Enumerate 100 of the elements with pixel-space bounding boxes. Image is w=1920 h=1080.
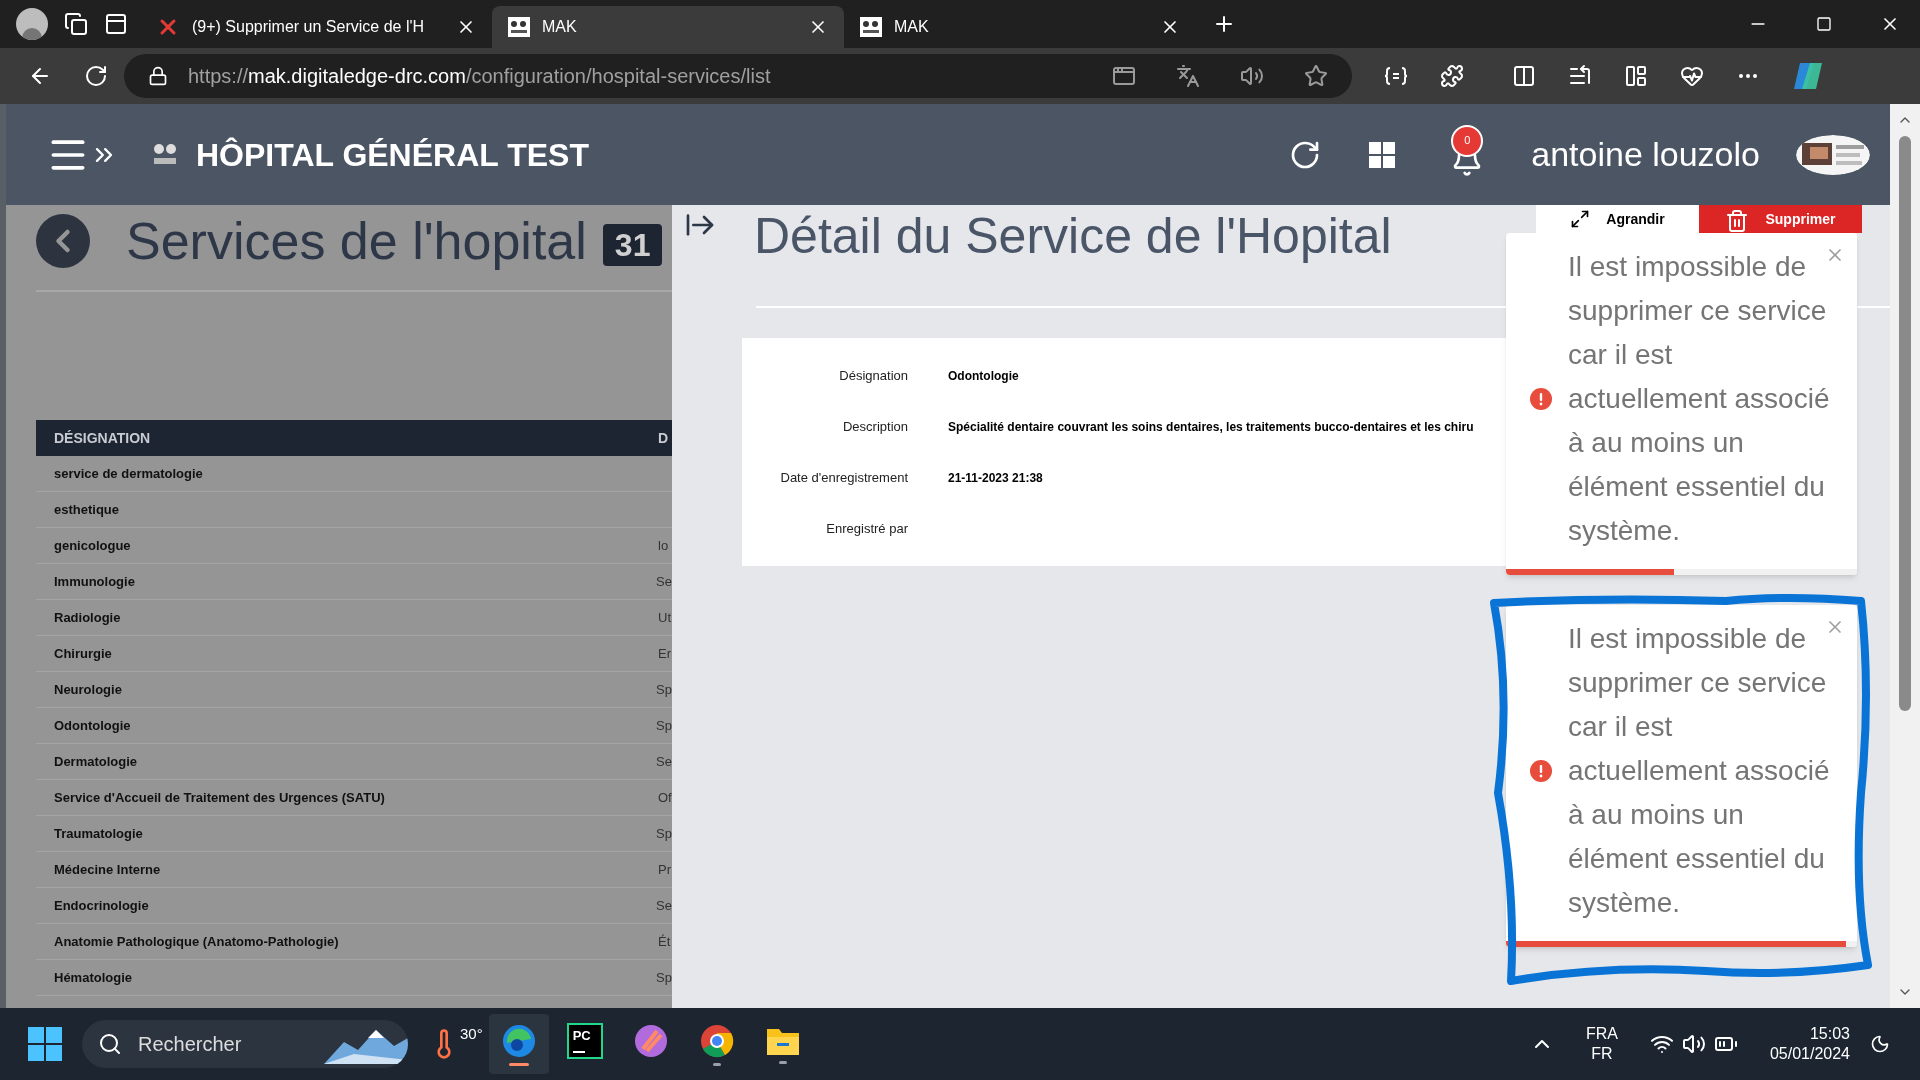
field-value: Spécialité dentaire couvrant les soins dentaires, les traitements bucco-dentaires et les chiru [948,418,1474,436]
table-cell-text: Sp [656,968,672,987]
profile-avatar[interactable] [16,8,48,40]
clock[interactable]: 15:03 05/01/2024 [1769,1024,1850,1064]
table-row[interactable]: Endocrinologie Se [36,888,672,924]
moon-icon[interactable] [1870,1034,1890,1054]
browser-tab[interactable]: MAK [492,6,844,48]
expand-icon [1570,209,1591,229]
favorite-icon[interactable] [1304,64,1328,88]
table-cell-text: Pr [658,860,671,879]
scrollbar-thumb[interactable] [1899,136,1911,711]
field-label: Description [841,417,908,436]
hospital-name: HÔPITAL GÉNÉRAL TEST [196,135,589,175]
table-row[interactable]: Chirurgie Er [36,636,672,672]
table-cell-text: Sp [656,824,672,843]
detail-title: Détail du Service de l'Hopital [754,207,1392,266]
split-screen-icon[interactable] [1512,64,1536,88]
table-cell-text: Se [656,752,672,771]
table-cell-text: Traumatologie [54,824,144,843]
tab-title: MAK [542,17,578,37]
translate-icon[interactable] [1176,64,1200,88]
table-row[interactable]: esthetique [36,492,672,528]
table-cell-text: Ut [658,608,671,627]
volume-icon[interactable] [1681,1032,1706,1056]
page-title: Services de l'hopital [126,211,587,272]
expand-button[interactable]: Agrandir [1536,205,1699,233]
table-cell-text: Er [658,644,671,663]
field-label: Enregistré par [825,519,908,538]
table-cell-text: Immunologie [54,572,136,591]
table-cell-text: Ét [658,932,671,951]
logo-icon [860,17,882,37]
search-field[interactable]: Rechercher [82,1020,408,1068]
user-name[interactable]: antoine louzolo [1531,129,1760,180]
table-row[interactable]: Médecine Interne Pr [36,852,672,888]
column-header: D [658,428,669,448]
collections-icon[interactable] [1624,64,1648,88]
table-cell-text: lo [658,536,669,555]
toast-message: Il est impossible de supprimer ce service car il est actuellement associé à au moins un élément essentiel du système. [1568,622,1831,920]
search-icon [98,1032,122,1056]
app-icon[interactable] [1112,64,1136,88]
table-cell-text: Hématologie [54,968,133,987]
ide-icon[interactable]: PC [566,1022,603,1059]
lock-icon [148,66,168,86]
table-row[interactable]: Odontologie Sp [36,708,672,744]
error-icon [1530,760,1552,782]
notification-badge: 0 [1451,124,1484,157]
table-cell-text: Endocrinologie [54,896,150,915]
copilot-icon[interactable] [1792,61,1824,91]
table-cell-text: Chirurgie [54,644,113,663]
delete-button[interactable]: Supprimer [1699,205,1862,233]
table-row[interactable]: Anatomie Pathologique (Anatomo-Pathologie) Ét [36,924,672,960]
table-row[interactable]: service de dermatologie [36,456,672,492]
tab-actions-icon[interactable] [104,12,128,36]
address-bar[interactable]: https://mak.digitaledge-drc.com/configuration/hospital-services/list [124,54,1352,98]
table-row[interactable]: Radiologie Ut [36,600,672,636]
table-row[interactable]: genicologue lo [36,528,672,564]
table-cell-text: Neurologie [54,680,123,699]
input-language[interactable]: FRA FR [1585,1024,1618,1064]
grid-icon[interactable] [1369,141,1396,168]
table-cell-text: Médecine Interne [54,860,162,879]
url-text: https://mak.digitaledge-drc.com/configuration/hospital-services/list [188,64,772,89]
table-cell-text: Sp [656,716,672,735]
toast-message: Il est impossible de supprimer ce service car il est actuellement associé à au moins un élément essentiel du système. [1568,250,1831,548]
braces-icon[interactable] [1384,66,1408,86]
app-icon[interactable] [632,1022,669,1059]
back-button[interactable] [36,214,90,268]
table-row[interactable]: Service d'Accueil de Traitement des Urgences (SATU) Of [36,780,672,816]
table-cell-text: Radiologie [54,608,122,627]
table-cell-text: Se [656,896,672,915]
extensions-icon[interactable] [1440,64,1464,88]
table-cell-text: genicologue [54,536,132,555]
table-cell-text: Sp [656,680,672,699]
temperature: 30° [460,1023,483,1044]
tab-title: MAK [894,17,930,37]
field-value: 21-11-2023 21:38 [948,469,1043,487]
column-header: DÉSIGNATION [54,428,152,448]
tab-title: (9+) Supprimer un Service de l'H [192,17,426,37]
workspaces-icon[interactable] [64,12,88,36]
field-label: Date d'enregistrement [779,468,908,487]
table-row[interactable]: Immunologie Se [36,564,672,600]
start-icon[interactable] [28,1027,62,1061]
restore-icon[interactable] [1816,16,1832,32]
count-badge: 31 [602,224,663,266]
table-cell-text: Of [658,788,672,807]
table-row[interactable]: Hématologie Sp [36,960,672,996]
table-row[interactable]: Neurologie Sp [36,672,672,708]
logo-icon [508,17,530,37]
health-icon[interactable] [1680,64,1704,88]
table-cell-text: Se [656,572,672,591]
table-row[interactable]: Dermatologie Se [36,744,672,780]
reload-icon[interactable] [84,64,108,88]
table-cell-text: Anatomie Pathologique (Anatomo-Pathologie) [54,932,340,951]
error-icon [1530,388,1552,410]
read-aloud-icon[interactable] [1240,64,1264,88]
table-row[interactable]: Traumatologie Sp [36,816,672,852]
table-cell-text: Service d'Accueil de Traitement des Urgences (SATU) [54,788,386,807]
chrome-icon[interactable] [698,1022,735,1059]
table-cell-text: Odontologie [54,716,132,735]
browser-icon[interactable] [500,1022,537,1059]
table-cell-text: service de dermatologie [54,464,204,483]
